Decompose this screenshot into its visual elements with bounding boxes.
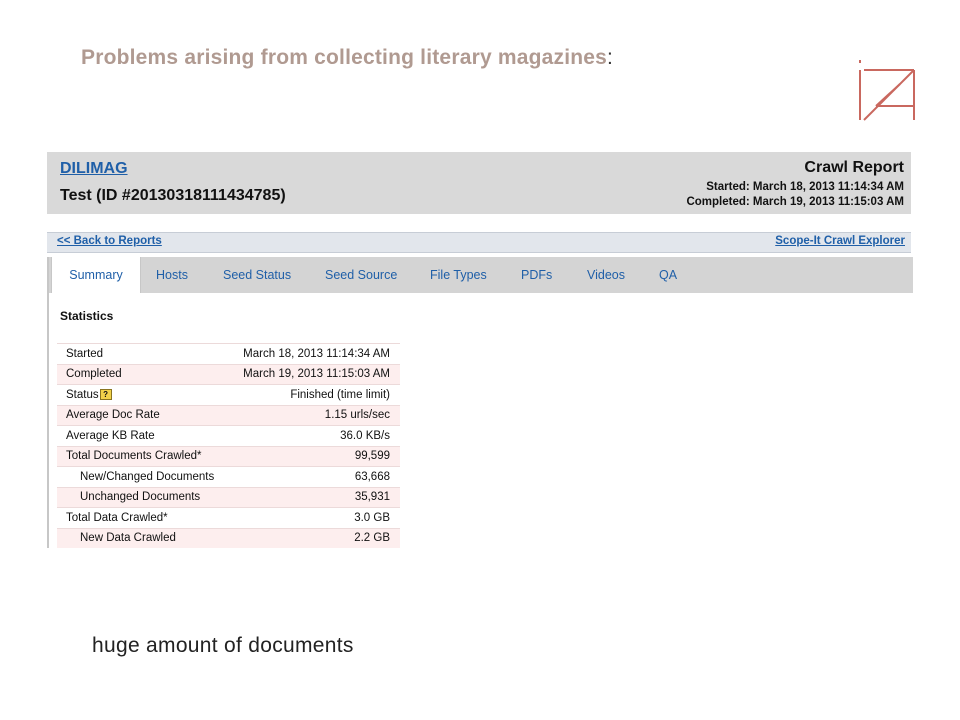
stat-label: Unchanged Documents [57,487,229,508]
stat-value: March 19, 2013 11:15:03 AM [228,364,400,385]
stat-value: 35,931 [228,487,400,508]
table-row: New/Changed Documents 63,668 [57,466,400,487]
crawl-explorer-link[interactable]: Scope-It Crawl Explorer [775,235,905,247]
tab-summary[interactable]: Summary [51,257,141,293]
tab-videos[interactable]: Videos [587,257,625,293]
stat-label: Started [57,343,229,364]
stat-value: 99,599 [228,446,400,467]
table-row: Total Documents Crawled* 99,599 [57,446,400,467]
report-nav-bar: << Back to Reports Scope-It Crawl Explor… [47,232,911,253]
crawl-report-screenshot: DILIMAG Test (ID #20130318111434785) Cra… [47,152,913,548]
table-row: Unchanged Documents 35,931 [57,487,400,508]
slide-title-colon: : [607,46,614,69]
stat-label: Total Data Crawled* [57,507,229,528]
started-meta: Started: March 18, 2013 11:14:34 AM [706,181,904,193]
stat-label: New Data Crawled [57,528,229,548]
stat-label: New/Changed Documents [57,466,229,487]
report-header: DILIMAG Test (ID #20130318111434785) Cra… [47,152,911,214]
site-name-link[interactable]: DILIMAG [60,160,128,178]
tab-qa[interactable]: QA [659,257,677,293]
statistics-table: Started March 18, 2013 11:14:34 AM Compl… [57,343,400,548]
stat-value: 1.15 urls/sec [228,405,400,426]
stat-label: Completed [57,364,229,385]
stat-value: 2.2 GB [228,528,400,548]
table-row: New Data Crawled 2.2 GB [57,528,400,548]
stat-value: 36.0 KB/s [228,425,400,446]
tab-file-types[interactable]: File Types [430,257,487,293]
table-row: Status? Finished (time limit) [57,384,400,405]
crawl-name: Test (ID #20130318111434785) [60,187,286,204]
tab-hosts[interactable]: Hosts [156,257,188,293]
stat-label: Status [66,388,99,401]
stat-value: Finished (time limit) [228,384,400,405]
stat-label: Total Documents Crawled* [57,446,229,467]
table-row: Total Data Crawled* 3.0 GB [57,507,400,528]
stat-label-cell: Status? [57,384,229,405]
tab-pdfs[interactable]: PDFs [521,257,552,293]
stat-value: 63,668 [228,466,400,487]
stat-value: 3.0 GB [228,507,400,528]
help-icon[interactable]: ? [99,388,112,400]
table-row: Completed March 19, 2013 11:15:03 AM [57,364,400,385]
completed-meta: Completed: March 19, 2013 11:15:03 AM [686,196,904,208]
back-to-reports-link[interactable]: << Back to Reports [57,235,162,247]
stat-value: March 18, 2013 11:14:34 AM [228,343,400,364]
slide-title: Problems arising from collecting literar… [81,46,613,70]
statistics-heading: Statistics [60,309,114,323]
report-title: Crawl Report [804,159,904,176]
stat-label: Average KB Rate [57,425,229,446]
tab-seed-status[interactable]: Seed Status [223,257,291,293]
logo-icon [859,60,915,121]
content-divider [47,293,49,548]
table-row: Average KB Rate 36.0 KB/s [57,425,400,446]
table-row: Started March 18, 2013 11:14:34 AM [57,343,400,364]
slide-caption: huge amount of documents [92,634,354,657]
slide-title-text: Problems arising from collecting literar… [81,46,608,69]
stat-label: Average Doc Rate [57,405,229,426]
report-tabs: Summary Hosts Seed Status Seed Source Fi… [47,257,913,293]
tab-seed-source[interactable]: Seed Source [325,257,397,293]
table-row: Average Doc Rate 1.15 urls/sec [57,405,400,426]
